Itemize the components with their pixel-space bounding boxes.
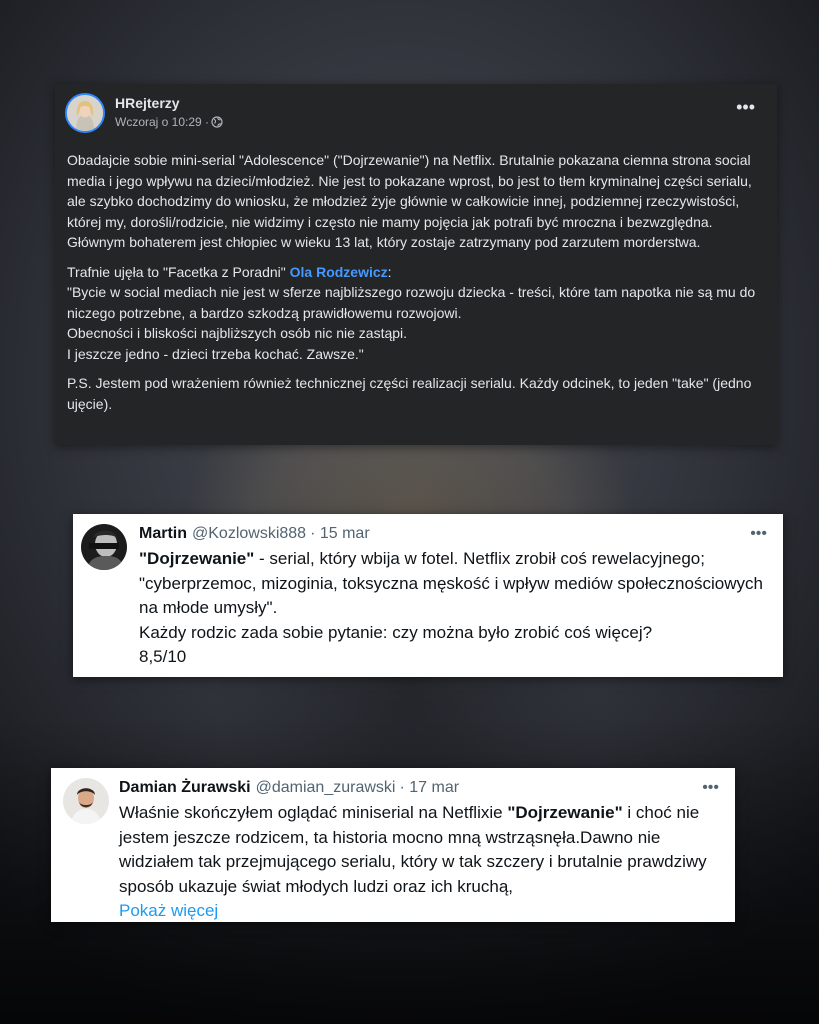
post-paragraph-2: Trafnie ujęła to "Facetka z Poradni" Ola… <box>67 262 759 365</box>
facebook-post-header: HRejterzy Wczoraj o 10:29 · ••• <box>65 93 765 141</box>
tweet-card-damian: Damian Żurawski @damian_zurawski · 17 ma… <box>51 768 735 922</box>
tweet-title-bold: "Dojrzewanie" <box>139 549 255 568</box>
globe-icon <box>211 116 223 128</box>
mention-link[interactable]: Ola Rodzewicz <box>290 264 388 280</box>
more-options-button[interactable]: ••• <box>750 526 767 542</box>
tweet-header: Martin @Kozlowski888 · 15 mar ••• <box>139 524 767 544</box>
post-options-button[interactable]: ••• <box>736 98 755 116</box>
avatar[interactable] <box>63 778 109 824</box>
user-handle[interactable]: @Kozlowski888 <box>192 525 306 543</box>
tweet-text: "Dojrzewanie" - serial, który wbija w fo… <box>139 547 767 670</box>
more-options-button[interactable]: ••• <box>702 780 719 796</box>
tweet-date[interactable]: · 17 mar <box>399 779 459 797</box>
author-name[interactable]: HRejterzy <box>115 95 223 111</box>
user-portrait-icon <box>63 778 109 824</box>
tweet-text-before: Właśnie skończyłem oglądać miniserial na… <box>119 803 508 822</box>
show-more-link[interactable]: Pokaż więcej <box>119 899 218 923</box>
post-body: Obadajcie sobie mini-serial "Adolescence… <box>65 150 765 414</box>
woman-portrait-icon <box>67 95 103 131</box>
user-portrait-icon <box>81 524 127 570</box>
tweet-title-bold: "Dojrzewanie" <box>507 803 623 822</box>
user-handle[interactable]: @damian_zurawski <box>256 779 396 797</box>
tweet-text: Właśnie skończyłem oglądać miniserial na… <box>119 801 719 899</box>
facebook-post: HRejterzy Wczoraj o 10:29 · ••• Obadajci… <box>55 84 777 445</box>
quote-colon: : <box>387 263 392 280</box>
author-avatar[interactable] <box>65 93 105 133</box>
post-timestamp[interactable]: Wczoraj o 10:29 · <box>115 115 209 129</box>
tweet-header: Damian Żurawski @damian_zurawski · 17 ma… <box>119 778 719 798</box>
quote-text: "Bycie w social mediach nie jest w sferz… <box>67 284 756 362</box>
post-paragraph-3: P.S. Jestem pod wrażeniem również techni… <box>67 375 752 412</box>
post-time: Wczoraj o 10:29 · <box>115 115 223 129</box>
tweet-card-martin: Martin @Kozlowski888 · 15 mar ••• "Dojrz… <box>73 514 783 677</box>
display-name[interactable]: Damian Żurawski <box>119 779 251 797</box>
post-paragraph-1: Obadajcie sobie mini-serial "Adolescence… <box>67 152 752 250</box>
quote-intro: Trafnie ujęła to "Facetka z Poradni" <box>67 263 290 280</box>
tweet-date[interactable]: · 15 mar <box>310 525 370 543</box>
display-name[interactable]: Martin <box>139 525 187 543</box>
avatar[interactable] <box>81 524 127 570</box>
